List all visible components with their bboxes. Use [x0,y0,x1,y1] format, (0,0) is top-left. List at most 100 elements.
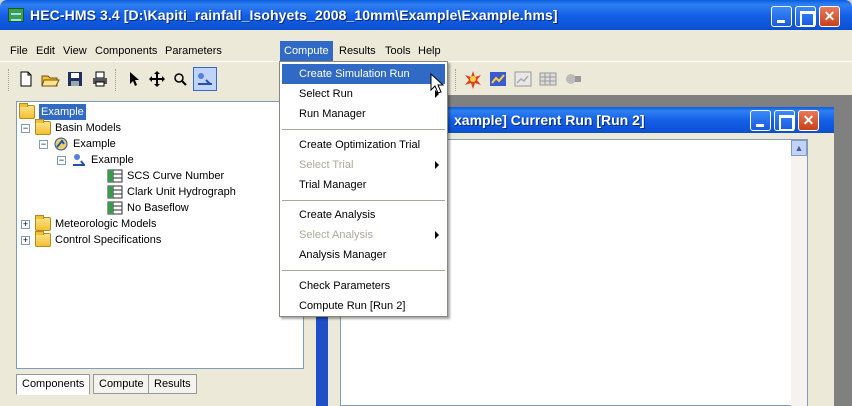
results-graph-button[interactable] [488,69,508,89]
menu-item-run-manager[interactable]: Run Manager [282,104,445,124]
menu-item-label: Select Trial [299,159,354,171]
tree-label-loss-method: SCS Curve Number [127,170,225,182]
collapse-icon[interactable]: − [21,124,30,133]
watershed-explorer: Example − Basin Models − Example − Examp… [0,95,318,406]
tab-compute[interactable]: Compute [93,374,150,394]
menu-item-create-analysis[interactable]: Create Analysis [282,205,445,225]
child-close-button[interactable]: ✕ [798,110,819,131]
tree-label-control-specifications: Control Specifications [55,234,162,246]
pan-tool-button[interactable] [147,69,167,89]
toolbar-grip [8,69,10,91]
menu-help[interactable]: Help [414,41,445,61]
menu-item-trial-manager[interactable]: Trial Manager [282,175,445,195]
vertical-scrollbar[interactable] [791,156,807,406]
save-disk-icon [68,72,82,86]
close-button[interactable]: ✕ [819,6,840,27]
folder-icon [35,231,51,247]
graph-icon [490,72,506,86]
menu-item-select-run[interactable]: Select Run [282,84,445,104]
tree-label-basin-example: Example [73,138,116,150]
tree-label-transform-method: Clark Unit Hydrograph [127,186,236,198]
menu-item-label: Run Manager [299,108,366,120]
menu-item-label: Check Parameters [299,280,391,292]
tree-label-basin-models: Basin Models [55,122,122,134]
move-arrows-icon [149,71,165,87]
expand-icon[interactable]: + [21,220,30,229]
open-folder-icon [19,103,35,119]
menu-item-label: Create Optimization Trial [299,139,421,151]
table-grid-icon [539,72,557,86]
child-minimize-button[interactable] [750,110,771,131]
tree-label-subbasin-example: Example [91,154,134,166]
tree-label-meteorologic-models: Meteorologic Models [55,218,157,230]
maximize-button[interactable] [795,6,816,27]
menu-view[interactable]: View [59,41,91,61]
menu-item-compute-run[interactable]: Compute Run [Run 2] [282,296,445,316]
folder-icon [35,215,51,231]
compute-burst-icon [465,71,481,89]
menu-components[interactable]: Components [91,41,161,61]
menu-tools[interactable]: Tools [381,41,415,61]
minimize-button[interactable] [771,6,792,27]
summary-table-button[interactable] [513,69,533,89]
menu-separator [282,129,445,130]
printer-icon [93,71,107,87]
save-button[interactable] [65,69,85,89]
menu-item-label: Create Simulation Run [299,68,410,80]
collapse-icon[interactable]: − [57,156,66,165]
submenu-arrow-icon [435,161,439,169]
results-icon [566,74,581,84]
menu-item-label: Analysis Manager [299,249,387,261]
menu-item-label: Select Analysis [299,229,373,241]
title-bar: HEC-HMS 3.4 [D:\Kapiti_rainfall_Isohyets… [0,0,852,30]
menu-edit[interactable]: Edit [32,41,59,61]
submenu-arrow-icon [435,231,439,239]
window-title: HEC-HMS 3.4 [D:\Kapiti_rainfall_Isohyets… [30,7,558,23]
arrow-pointer-icon [130,72,139,86]
menu-file[interactable]: File [6,41,32,61]
maximize-icon [796,7,815,27]
toolbar-separator [115,69,117,91]
scroll-up-button[interactable]: ▲ [791,140,807,156]
subbasin-tool-button[interactable] [193,67,217,91]
subbasin-icon [71,153,87,167]
tab-components[interactable]: Components [16,374,91,395]
minimize-icon [751,111,770,130]
new-file-button[interactable] [15,69,35,89]
close-icon: ✕ [802,112,815,128]
menu-item-label: Select Run [299,88,353,100]
compute-menu-dropdown: Create Simulation Run Select Run Run Man… [279,61,448,317]
menu-results[interactable]: Results [335,41,380,61]
menu-compute[interactable]: Compute [280,41,333,61]
menu-item-analysis-manager[interactable]: Analysis Manager [282,245,445,265]
tree-label-project: Example [39,104,86,120]
tab-results[interactable]: Results [148,374,197,394]
print-button[interactable] [90,69,110,89]
menubar: File Edit View Components Parameters Com… [0,41,852,61]
maximize-icon [775,111,794,131]
child-maximize-button[interactable] [774,110,795,131]
menu-item-select-analysis: Select Analysis [282,225,445,245]
summary-table-icon [514,71,532,87]
view-results-button[interactable] [563,69,583,89]
collapse-icon[interactable]: − [39,140,48,149]
toolbar-separator-2 [455,69,457,91]
zoom-tool-button[interactable] [170,69,190,89]
menu-item-create-optimization-trial[interactable]: Create Optimization Trial [282,135,445,155]
compute-run-button[interactable] [463,69,483,89]
menubar-spacer [0,30,852,41]
time-series-table-button[interactable] [538,69,558,89]
new-file-icon [20,71,32,87]
menu-item-create-simulation-run[interactable]: Create Simulation Run [282,64,445,84]
open-button[interactable] [40,69,60,89]
menu-parameters[interactable]: Parameters [161,41,226,61]
select-tool-button[interactable] [124,69,144,89]
method-table-icon [107,185,123,199]
menu-item-label: Create Analysis [299,209,376,221]
method-table-icon [107,201,123,215]
menu-item-label: Compute Run [Run 2] [299,300,406,312]
close-icon: ✕ [823,8,836,24]
menu-item-check-parameters[interactable]: Check Parameters [282,276,445,296]
expand-icon[interactable]: + [21,236,30,245]
tree-label-baseflow-method: No Baseflow [127,202,189,214]
